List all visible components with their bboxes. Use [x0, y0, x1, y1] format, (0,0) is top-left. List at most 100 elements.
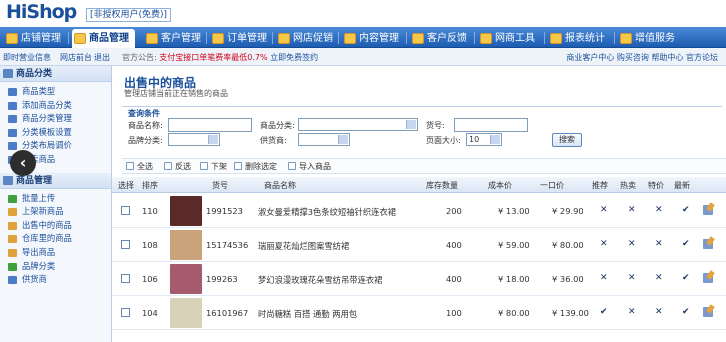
action-toolbar: 全选 反选 下架 删除选定 导入商品 — [122, 158, 726, 174]
row-checkbox[interactable] — [121, 206, 130, 215]
sidebar-item-brands[interactable]: 品牌分类 — [0, 260, 111, 274]
announce-link[interactable]: 立即免费签约 — [270, 53, 318, 62]
row-sku: 15174536 — [206, 240, 249, 250]
row-flag-hot[interactable]: ✕ — [628, 273, 636, 283]
sku-input[interactable] — [454, 118, 528, 132]
nav-item-feedback[interactable]: 客户反馈 — [410, 29, 467, 48]
sidebar-item-warehouse[interactable]: 仓库里的商品 — [0, 232, 111, 246]
row-product-name[interactable]: 时尚糖糕 百搭 通勤 两用包 — [258, 308, 357, 320]
col-select: 选择 — [118, 181, 134, 190]
row-flag-recommend[interactable]: ✕ — [600, 239, 608, 249]
sidebar-item-on-sale[interactable]: 出售中的商品 — [0, 219, 111, 233]
row-product-name[interactable]: 淑女曼爱精撑3色条纹短袖针织连衣裙 — [258, 206, 396, 218]
row-flag-special[interactable]: ✕ — [655, 205, 663, 215]
row-flag-recommend[interactable]: ✔ — [600, 307, 608, 317]
list-icon — [8, 88, 17, 96]
row-product-name[interactable]: 梦幻浪漫玫瑰花朵雪纺吊带连衣裙 — [258, 274, 382, 286]
sidebar-item-category-template[interactable]: 分类模板设置 — [0, 126, 111, 140]
sidebar-item-new-product[interactable]: 上架新商品 — [0, 205, 111, 219]
link-storefront[interactable]: 网店前台 — [60, 52, 92, 63]
supplier-select[interactable] — [298, 133, 350, 146]
product-thumbnail[interactable] — [170, 298, 202, 328]
row-flag-hot[interactable]: ✕ — [628, 239, 636, 249]
sidebar-item-product-types[interactable]: 商品类型 — [0, 85, 111, 99]
row-stock: 400 — [446, 240, 462, 250]
product-thumbnail[interactable] — [170, 196, 202, 226]
row-flag-newest[interactable]: ✔ — [682, 307, 690, 317]
edit-icon[interactable] — [703, 273, 713, 283]
row-flag-recommend[interactable]: ✕ — [600, 205, 608, 215]
search-title: 查询条件 — [128, 109, 160, 118]
nav-item-customers[interactable]: 客户管理 — [144, 29, 201, 48]
col-name[interactable]: 商品名称 — [264, 180, 296, 191]
sidebar-item-add-category[interactable]: 添加商品分类 — [0, 99, 111, 113]
row-flag-hot[interactable]: ✕ — [628, 205, 636, 215]
nav-item-content[interactable]: 内容管理 — [342, 29, 399, 48]
row-product-name[interactable]: 瑞丽夏花灿烂图案雪纺裙 — [258, 240, 349, 252]
edit-icon[interactable] — [703, 239, 713, 249]
nav-item-reports[interactable]: 报表统计 — [548, 29, 605, 48]
delete-selected-button[interactable]: 删除选定 — [234, 161, 277, 172]
col-cost[interactable]: 成本价 — [488, 180, 512, 191]
col-hot[interactable]: 热卖 — [620, 180, 636, 191]
row-cost: ¥ 18.00 — [498, 274, 530, 284]
row-flag-recommend[interactable]: ✕ — [600, 273, 608, 283]
row-flag-hot[interactable]: ✕ — [628, 307, 636, 317]
row-checkbox[interactable] — [121, 240, 130, 249]
manage-icon — [8, 115, 17, 124]
sidebar-item-suppliers[interactable]: 供货商 — [0, 273, 111, 287]
product-thumbnail[interactable] — [170, 230, 202, 260]
name-input[interactable] — [168, 118, 252, 132]
row-flag-special[interactable]: ✕ — [655, 307, 663, 317]
col-stock[interactable]: 库存数量 — [426, 180, 458, 191]
pagesize-select[interactable]: 10 — [466, 133, 502, 146]
sidebar-section-products[interactable]: 商品管理 — [0, 172, 111, 189]
invert-selection-button[interactable]: 反选 — [164, 161, 191, 172]
import-button[interactable]: 导入商品 — [288, 161, 331, 172]
row-checkbox[interactable] — [121, 308, 130, 317]
tools-icon — [480, 33, 492, 44]
product-thumbnail[interactable] — [170, 264, 202, 294]
row-flag-newest[interactable]: ✔ — [682, 273, 690, 283]
announce-label: 官方公告: — [122, 53, 157, 62]
col-special[interactable]: 特价 — [648, 180, 664, 191]
nav-item-services[interactable]: 增值服务 — [618, 29, 675, 48]
nav-item-store[interactable]: 店铺管理 — [4, 29, 61, 48]
col-sku[interactable]: 货号 — [212, 180, 228, 191]
sidebar-section-category[interactable]: 商品分类 — [0, 66, 111, 82]
search-button[interactable]: 搜索 — [552, 133, 582, 147]
link-logout[interactable]: 退出 — [94, 52, 110, 63]
nav-item-products[interactable]: 商品管理 — [72, 29, 135, 48]
main-content: 出售中的商品 管理店铺当前正在销售的商品 查询条件 商品名称: 商品分类: 货号… — [112, 66, 726, 342]
sidebar-item-bulk-upload[interactable]: 批量上传 — [0, 192, 111, 206]
edit-icon[interactable] — [703, 307, 713, 317]
table-row: 106 199263 梦幻浪漫玫瑰花朵雪纺吊带连衣裙 400 ¥ 18.00 ¥… — [112, 262, 726, 296]
sidebar-item-label: 添加商品分类 — [22, 99, 72, 110]
col-newest[interactable]: 最新 — [674, 180, 690, 191]
nav-label: 订单管理 — [227, 33, 267, 44]
col-recommend[interactable]: 推荐 — [592, 180, 608, 191]
row-flag-special[interactable]: ✕ — [655, 273, 663, 283]
row-checkbox[interactable] — [121, 274, 130, 283]
sidebar-item-manage-category[interactable]: 商品分类管理 — [0, 112, 111, 126]
delist-button[interactable]: 下架 — [200, 161, 227, 172]
back-arrow-icon[interactable]: ‹ — [10, 150, 36, 176]
table-row: 104 16101967 时尚糖糕 百搭 通勤 两用包 100 ¥ 80.00 … — [112, 296, 726, 330]
import-icon — [288, 162, 296, 170]
row-flag-special[interactable]: ✕ — [655, 239, 663, 249]
nav-item-promotions[interactable]: 网店促销 — [276, 29, 333, 48]
col-price[interactable]: 一口价 — [540, 180, 564, 191]
edit-icon[interactable] — [703, 205, 713, 215]
help-links[interactable]: 商业客户中心 购买咨询 帮助中心 官方论坛 — [566, 52, 718, 63]
nav-item-orders[interactable]: 订单管理 — [210, 29, 267, 48]
col-sort[interactable]: 排序 — [142, 180, 158, 191]
row-flag-newest[interactable]: ✔ — [682, 205, 690, 215]
brand-select[interactable] — [168, 133, 220, 146]
nav-item-tools[interactable]: 网商工具 — [478, 29, 535, 48]
sidebar-item-export[interactable]: 导出商品 — [0, 246, 111, 260]
category-select[interactable] — [298, 118, 418, 131]
brand-label: 品牌分类: — [128, 136, 163, 145]
row-flag-newest[interactable]: ✔ — [682, 239, 690, 249]
select-all-button[interactable]: 全选 — [126, 161, 153, 172]
link-business-info[interactable]: 即时营业信息 — [3, 52, 51, 63]
